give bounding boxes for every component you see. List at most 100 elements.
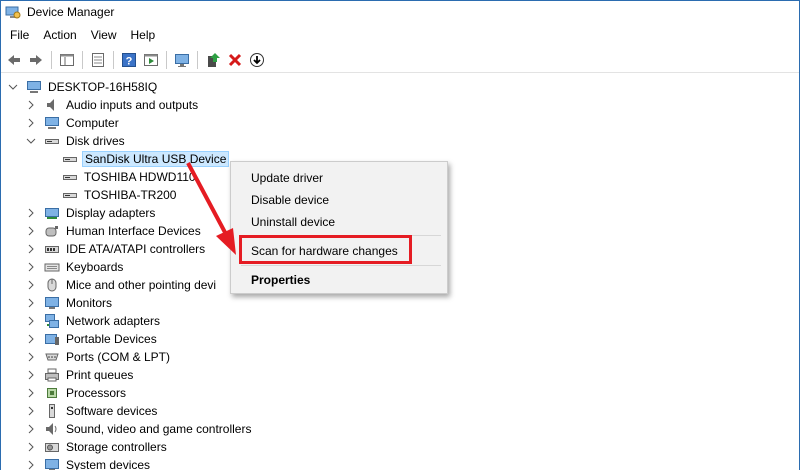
tree-item-label: Storage controllers <box>66 440 167 454</box>
disk-drive-icon <box>62 187 78 203</box>
svg-text:?: ? <box>126 55 133 67</box>
run-icon <box>144 53 158 66</box>
tree-child-toshiba-tr200[interactable]: TOSHIBA-TR200 <box>62 186 178 204</box>
tree-item-label: Mice and other pointing devi <box>66 278 217 292</box>
expand-chevron-icon[interactable] <box>26 388 36 398</box>
tree-item-mice[interactable]: Mice and other pointing devi <box>26 276 218 294</box>
tree-item-sound-video[interactable]: Sound, video and game controllers <box>26 420 253 438</box>
tree-child-toshiba-hdwd110[interactable]: TOSHIBA HDWD110 <box>62 168 198 186</box>
menu-item-disable-device[interactable]: Disable device <box>251 193 329 207</box>
tree-item-portable-devices[interactable]: Portable Devices <box>26 330 159 348</box>
menu-item-update-driver[interactable]: Update driver <box>251 171 323 185</box>
uninstall-device-button[interactable] <box>224 49 246 71</box>
monitor-scan-icon <box>175 53 189 67</box>
expand-chevron-icon[interactable] <box>26 424 36 434</box>
expand-chevron-icon[interactable] <box>26 118 36 128</box>
back-button[interactable] <box>3 49 25 71</box>
menu-file[interactable]: File <box>3 26 36 44</box>
expand-chevron-icon[interactable] <box>26 208 36 218</box>
tree-item-processors[interactable]: Processors <box>26 384 128 402</box>
context-menu: Update driver Disable device Uninstall d… <box>230 161 448 294</box>
toolbar-separator <box>197 50 198 69</box>
show-hide-tree-icon <box>60 53 74 66</box>
keyboard-icon <box>44 259 60 275</box>
tree-item-monitors[interactable]: Monitors <box>26 294 114 312</box>
download-icon <box>250 52 264 67</box>
toolbar-separator <box>51 50 52 69</box>
tree-item-label: Human Interface Devices <box>66 224 201 238</box>
scan-hardware-button[interactable] <box>171 49 193 71</box>
help-button[interactable]: ? <box>118 49 140 71</box>
speaker-icon <box>44 97 60 113</box>
tree-child-sandisk[interactable]: SanDisk Ultra USB Device <box>62 150 230 168</box>
expand-chevron-icon[interactable] <box>26 442 36 452</box>
expand-chevron-icon[interactable] <box>26 280 36 290</box>
forward-button[interactable] <box>25 49 47 71</box>
port-icon <box>44 349 60 365</box>
expand-chevron-icon[interactable] <box>26 226 36 236</box>
expand-chevron-icon[interactable] <box>26 316 36 326</box>
tree-item-label: Disk drives <box>66 134 125 148</box>
update-driver-button[interactable] <box>202 49 224 71</box>
printer-icon <box>44 367 60 383</box>
tree-item-software-devices[interactable]: Software devices <box>26 402 159 420</box>
tree-item-label: Display adapters <box>66 206 156 220</box>
menu-item-uninstall-device[interactable]: Uninstall device <box>251 215 335 229</box>
menu-help[interactable]: Help <box>124 26 163 44</box>
run-button[interactable] <box>140 49 162 71</box>
tree-item-computer[interactable]: Computer <box>26 114 121 132</box>
expand-chevron-icon[interactable] <box>26 352 36 362</box>
properties-button[interactable] <box>87 49 109 71</box>
tree-item-label: Software devices <box>66 404 158 418</box>
collapse-chevron-icon[interactable] <box>8 82 18 92</box>
download-button[interactable] <box>246 49 268 71</box>
tree-item-label: Keyboards <box>66 260 124 274</box>
tree-item-network-adapters[interactable]: Network adapters <box>26 312 162 330</box>
tree-item-ports[interactable]: Ports (COM & LPT) <box>26 348 172 366</box>
disk-drive-icon <box>44 133 60 149</box>
software-device-icon <box>44 403 60 419</box>
expand-chevron-icon[interactable] <box>26 460 36 470</box>
portable-device-icon <box>44 331 60 347</box>
menu-view[interactable]: View <box>84 26 124 44</box>
tree-item-label: IDE ATA/ATAPI controllers <box>66 242 206 256</box>
uninstall-red-x-icon <box>228 53 242 66</box>
tree-item-disk-drives[interactable]: Disk drives <box>26 132 127 150</box>
help-icon: ? <box>122 52 136 67</box>
back-arrow-icon <box>8 54 20 65</box>
storage-controller-icon <box>44 439 60 455</box>
tree-item-storage-controllers[interactable]: Storage controllers <box>26 438 169 456</box>
menu-item-properties[interactable]: Properties <box>251 273 310 287</box>
expand-chevron-icon[interactable] <box>26 244 36 254</box>
collapse-chevron-icon[interactable] <box>26 136 36 146</box>
monitor-icon <box>44 295 60 311</box>
tree-item-label: Portable Devices <box>66 332 157 346</box>
show-hide-tree-button[interactable] <box>56 49 78 71</box>
menu-bar: File Action View Help <box>1 23 799 47</box>
expand-chevron-icon[interactable] <box>26 262 36 272</box>
disk-drive-icon <box>62 151 78 167</box>
title-bar: Device Manager <box>1 1 799 23</box>
tree-item-display-adapters[interactable]: Display adapters <box>26 204 157 222</box>
tree-root-label: DESKTOP-16H58IQ <box>48 80 158 94</box>
tree-item-keyboards[interactable]: Keyboards <box>26 258 125 276</box>
tree-item-system-devices[interactable]: System devices <box>26 456 152 470</box>
expand-chevron-icon[interactable] <box>26 298 36 308</box>
expand-chevron-icon[interactable] <box>26 370 36 380</box>
display-adapter-icon <box>44 205 60 221</box>
expand-chevron-icon[interactable] <box>26 406 36 416</box>
tree-item-ide-ata[interactable]: IDE ATA/ATAPI controllers <box>26 240 207 258</box>
tree-item-audio[interactable]: Audio inputs and outputs <box>26 96 200 114</box>
tree-item-print-queues[interactable]: Print queues <box>26 366 135 384</box>
tree-root[interactable]: DESKTOP-16H58IQ <box>8 78 159 96</box>
tree-item-hid[interactable]: Human Interface Devices <box>26 222 203 240</box>
toolbar-separator <box>166 50 167 69</box>
expand-chevron-icon[interactable] <box>26 334 36 344</box>
computer-icon <box>26 79 42 95</box>
system-device-icon <box>44 457 60 470</box>
device-manager-icon <box>5 6 21 19</box>
menu-action[interactable]: Action <box>36 26 83 44</box>
computer-icon <box>44 115 60 131</box>
tree-item-label: Monitors <box>66 296 113 310</box>
expand-chevron-icon[interactable] <box>26 100 36 110</box>
